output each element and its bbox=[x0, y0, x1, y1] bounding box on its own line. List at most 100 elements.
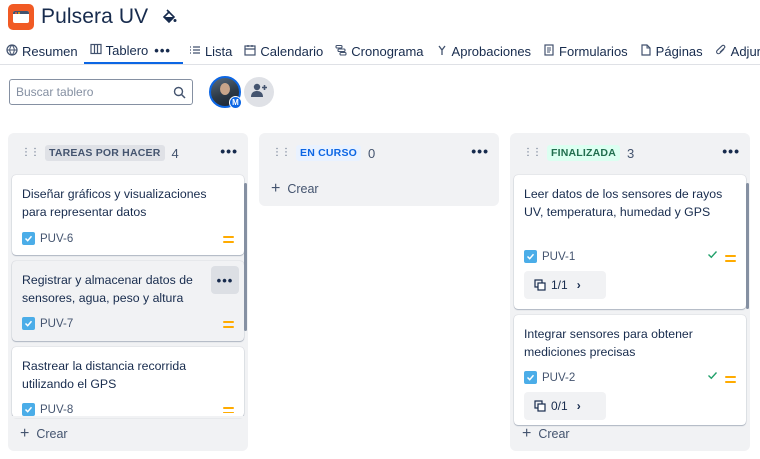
card-key[interactable]: PUV-6 bbox=[40, 233, 73, 245]
tab-resumen[interactable]: Resumen bbox=[0, 38, 84, 64]
avatar[interactable]: M bbox=[209, 76, 242, 109]
priority-medium-icon bbox=[725, 376, 736, 386]
card-footer: PUV-8 bbox=[22, 403, 73, 416]
issue-card[interactable]: Integrar sensores para obtener medicione… bbox=[514, 315, 746, 425]
chevron-right-icon: › bbox=[576, 278, 581, 292]
column-count: 4 bbox=[171, 145, 179, 161]
subtask-icon bbox=[534, 400, 546, 412]
column-scrollbar[interactable] bbox=[746, 183, 749, 309]
tab-lista[interactable]: Lista bbox=[183, 38, 238, 64]
drag-handle-icon[interactable]: ⋮⋮ bbox=[21, 148, 40, 158]
story-check-icon bbox=[22, 232, 35, 245]
search-icon bbox=[172, 85, 186, 99]
tab-adjunto[interactable]: Adjunto bbox=[709, 38, 760, 64]
chevron-right-icon: › bbox=[576, 399, 581, 413]
create-label: Crear bbox=[287, 182, 319, 196]
tab-label: Páginas bbox=[655, 43, 703, 59]
calendar-icon bbox=[244, 44, 257, 59]
card-title: Rastrear la distancia recorrida utilizan… bbox=[22, 359, 187, 391]
paint-bucket-icon[interactable] bbox=[160, 8, 178, 26]
attachment-icon bbox=[715, 44, 727, 59]
subtasks-button[interactable]: 1/1 › bbox=[524, 271, 606, 299]
board-icon bbox=[90, 43, 102, 58]
tab-label: Adjunto bbox=[730, 43, 760, 59]
column-scrollbar[interactable] bbox=[244, 183, 247, 331]
column-more-button[interactable]: ••• bbox=[722, 144, 740, 158]
create-issue-button[interactable]: + Crear bbox=[271, 181, 319, 197]
tab-label: Lista bbox=[204, 43, 233, 59]
window-app-icon bbox=[13, 11, 29, 23]
story-check-icon bbox=[524, 250, 537, 263]
card-title: Diseñar gráficos y visualizaciones para … bbox=[22, 187, 207, 219]
drag-handle-icon[interactable]: ⋮⋮ bbox=[523, 148, 542, 158]
card-footer: PUV-1 bbox=[524, 250, 575, 263]
drag-handle-icon[interactable]: ⋮⋮ bbox=[272, 148, 291, 158]
subtasks-button[interactable]: 0/1 › bbox=[524, 392, 606, 420]
column-header: ⋮⋮ FINALIZADA 3 bbox=[510, 143, 750, 163]
list-icon bbox=[189, 44, 201, 59]
column-status-lozenge: EN CURSO bbox=[296, 145, 362, 161]
tab-label: Calendario bbox=[260, 43, 324, 59]
card-footer: PUV-6 bbox=[22, 232, 73, 245]
issue-card[interactable]: Rastrear la distancia recorrida utilizan… bbox=[12, 347, 244, 417]
tab-paginas[interactable]: Páginas bbox=[634, 38, 709, 64]
add-person-icon bbox=[250, 82, 268, 103]
form-icon bbox=[543, 43, 555, 59]
tab-cronograma[interactable]: Cronograma bbox=[329, 38, 429, 64]
page-title: Pulsera UV bbox=[41, 5, 149, 28]
page-icon bbox=[640, 43, 652, 59]
issue-card[interactable]: Registrar y almacenar datos de sensores,… bbox=[12, 261, 244, 341]
tab-label: Cronograma bbox=[351, 43, 424, 59]
story-check-icon bbox=[22, 317, 35, 330]
tab-label: Aprobaciones bbox=[451, 43, 532, 59]
subtasks-count: 0/1 bbox=[551, 399, 568, 413]
create-issue-button[interactable]: + Crear bbox=[522, 426, 570, 442]
approvals-icon bbox=[436, 44, 448, 59]
plus-icon: + bbox=[271, 180, 281, 197]
card-title: Registrar y almacenar datos de sensores,… bbox=[22, 273, 193, 305]
column-status-lozenge: TAREAS POR HACER bbox=[45, 145, 165, 161]
issue-card[interactable]: Leer datos de los sensores de rayos UV, … bbox=[514, 175, 746, 309]
board-search[interactable] bbox=[9, 79, 193, 105]
tab-label: Resumen bbox=[22, 43, 78, 59]
column-more-button[interactable]: ••• bbox=[471, 144, 489, 158]
column-todo: ⋮⋮ TAREAS POR HACER 4 ••• Diseñar gráfic… bbox=[8, 133, 248, 451]
card-footer: PUV-7 bbox=[22, 317, 73, 330]
card-key[interactable]: PUV-1 bbox=[542, 251, 575, 263]
card-title: Leer datos de los sensores de rayos UV, … bbox=[524, 187, 723, 219]
tab-calendario[interactable]: Calendario bbox=[238, 38, 329, 64]
card-key[interactable]: PUV-7 bbox=[40, 318, 73, 330]
search-input[interactable] bbox=[16, 85, 172, 99]
globe-icon bbox=[6, 43, 18, 59]
tabs-divider bbox=[0, 64, 760, 65]
tab-aprobaciones[interactable]: Aprobaciones bbox=[430, 38, 538, 64]
story-check-icon bbox=[22, 403, 35, 416]
tab-label: Tablero bbox=[105, 42, 149, 58]
priority-medium-icon bbox=[223, 407, 234, 416]
add-person-button[interactable] bbox=[244, 77, 274, 107]
column-clip-edge bbox=[8, 416, 248, 418]
column-status-lozenge: FINALIZADA bbox=[547, 145, 620, 161]
project-header: Pulsera UV bbox=[8, 3, 178, 31]
issue-card[interactable]: Diseñar gráficos y visualizaciones para … bbox=[12, 175, 244, 255]
priority-medium-icon bbox=[223, 236, 234, 246]
project-icon[interactable] bbox=[8, 4, 34, 30]
create-label: Crear bbox=[36, 427, 68, 441]
done-check-icon bbox=[707, 370, 718, 384]
tab-more-button[interactable]: ••• bbox=[148, 43, 177, 58]
subtask-icon bbox=[534, 279, 546, 291]
card-key[interactable]: PUV-2 bbox=[542, 372, 575, 384]
card-footer: PUV-2 bbox=[524, 371, 575, 384]
column-more-button[interactable]: ••• bbox=[220, 144, 238, 158]
story-check-icon bbox=[524, 371, 537, 384]
tab-formularios[interactable]: Formularios bbox=[537, 38, 634, 64]
tab-tablero[interactable]: Tablero ••• bbox=[83, 38, 183, 64]
avatar-badge: M bbox=[229, 96, 242, 109]
create-issue-button[interactable]: + Crear bbox=[20, 426, 68, 442]
priority-medium-icon bbox=[223, 321, 234, 331]
card-key[interactable]: PUV-8 bbox=[40, 404, 73, 416]
card-more-button[interactable]: ••• bbox=[211, 266, 239, 294]
card-title: Integrar sensores para obtener medicione… bbox=[524, 327, 693, 359]
tab-label: Formularios bbox=[559, 43, 628, 59]
create-label: Crear bbox=[538, 427, 570, 441]
